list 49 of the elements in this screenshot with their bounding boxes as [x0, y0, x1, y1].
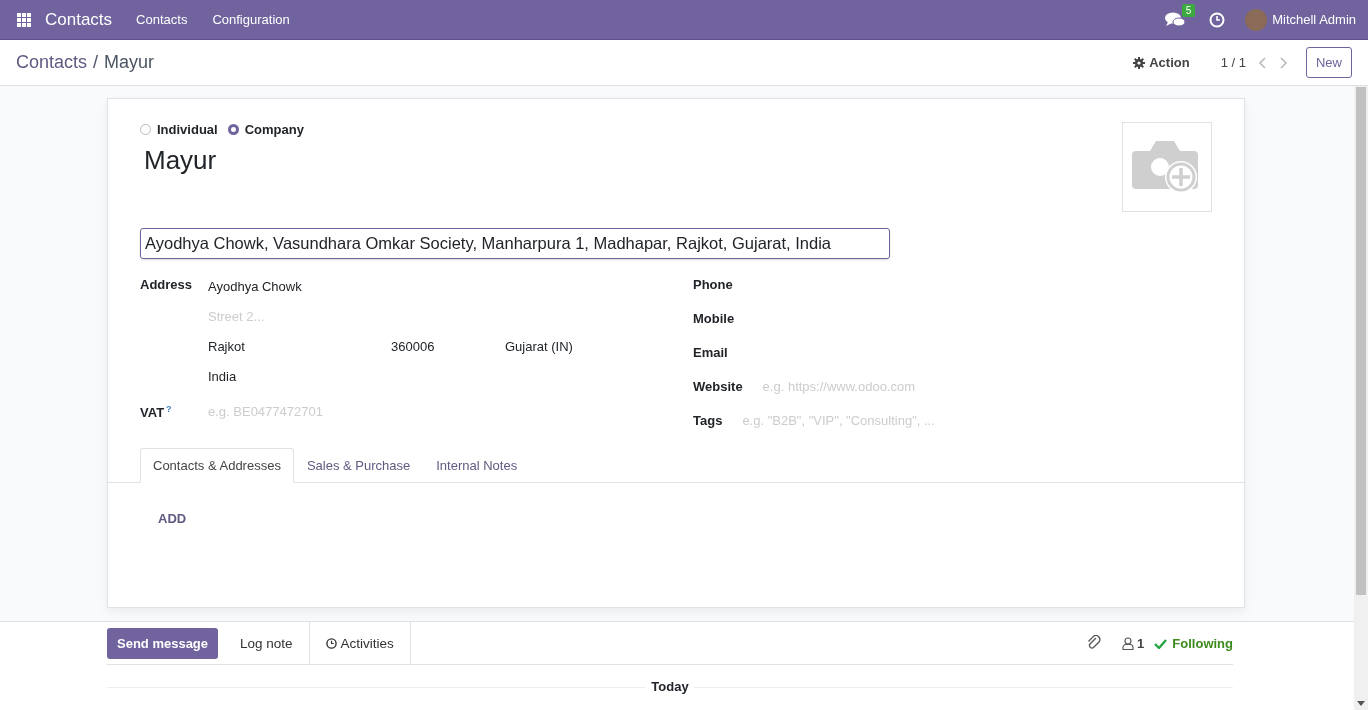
tab[interactable]: Internal Notes — [423, 448, 531, 483]
gear-icon — [1133, 56, 1146, 69]
new-button[interactable]: New — [1306, 47, 1352, 78]
field-label: VAT — [140, 405, 165, 421]
scrollbar[interactable] — [1354, 86, 1368, 710]
help-tooltip-mark[interactable]: ? — [166, 403, 172, 414]
radio-label[interactable]: Individual — [157, 122, 218, 137]
clock-icon — [325, 637, 337, 649]
field-label: Email — [693, 345, 728, 360]
app-name[interactable]: Contacts — [45, 9, 113, 30]
tab[interactable]: Contacts & Addresses — [140, 448, 294, 483]
log-note-button[interactable]: Log note — [224, 622, 309, 664]
breadcrumb-link[interactable]: Contacts — [16, 52, 88, 73]
followers-button[interactable]: 1 — [1122, 635, 1145, 651]
check-icon — [1154, 637, 1168, 649]
street-field[interactable]: Ayodhya Chowk — [208, 279, 693, 294]
menu-item[interactable]: Contacts — [136, 12, 188, 27]
person-icon — [1122, 636, 1135, 650]
field-label: Mobile — [693, 311, 735, 326]
city-field[interactable]: Rajkot — [208, 339, 391, 354]
add-button[interactable]: ADD — [158, 511, 187, 526]
chat-icon[interactable] — [1164, 11, 1185, 28]
scroll-down-arrow-icon[interactable] — [1357, 701, 1365, 706]
radio-button[interactable] — [227, 124, 239, 135]
paperclip-icon[interactable] — [1086, 635, 1103, 651]
clock-icon[interactable] — [1209, 11, 1226, 28]
field-label: Website — [693, 379, 743, 394]
message-count-badge: 5 — [1181, 3, 1196, 17]
contact-name[interactable]: Mayur — [144, 145, 1122, 176]
field-label: Tags — [693, 413, 723, 428]
radio-label[interactable]: Company — [244, 122, 304, 137]
breadcrumb-separator: / — [93, 52, 99, 73]
state-field[interactable]: Gujarat (IN) — [505, 339, 573, 354]
date-separator: Today — [645, 679, 695, 694]
tab[interactable]: Sales & Purchase — [293, 448, 424, 483]
field-label: Address — [140, 277, 194, 294]
country-field[interactable]: India — [208, 369, 693, 384]
action-button[interactable]: Action — [1133, 55, 1190, 70]
send-message-button[interactable]: Send message — [107, 627, 219, 659]
address-search-field[interactable]: Ayodhya Chowk, Vasundhara Omkar Society, Manharpura 1, Madhapar, Rajkot, Gujarat, India — [140, 228, 890, 259]
breadcrumb-current: Mayur — [104, 52, 155, 73]
pager-value: 1 / 1 — [1220, 55, 1246, 70]
menu-item[interactable]: Configuration — [212, 12, 290, 27]
following-button[interactable]: Following — [1154, 635, 1233, 651]
field-label: Phone — [693, 277, 733, 292]
zip-field[interactable]: 360006 — [391, 339, 505, 354]
user-name[interactable]: Mitchell Admin — [1272, 12, 1356, 27]
apps-grid-icon[interactable] — [17, 12, 31, 27]
activities-button[interactable]: Activities — [308, 622, 411, 664]
